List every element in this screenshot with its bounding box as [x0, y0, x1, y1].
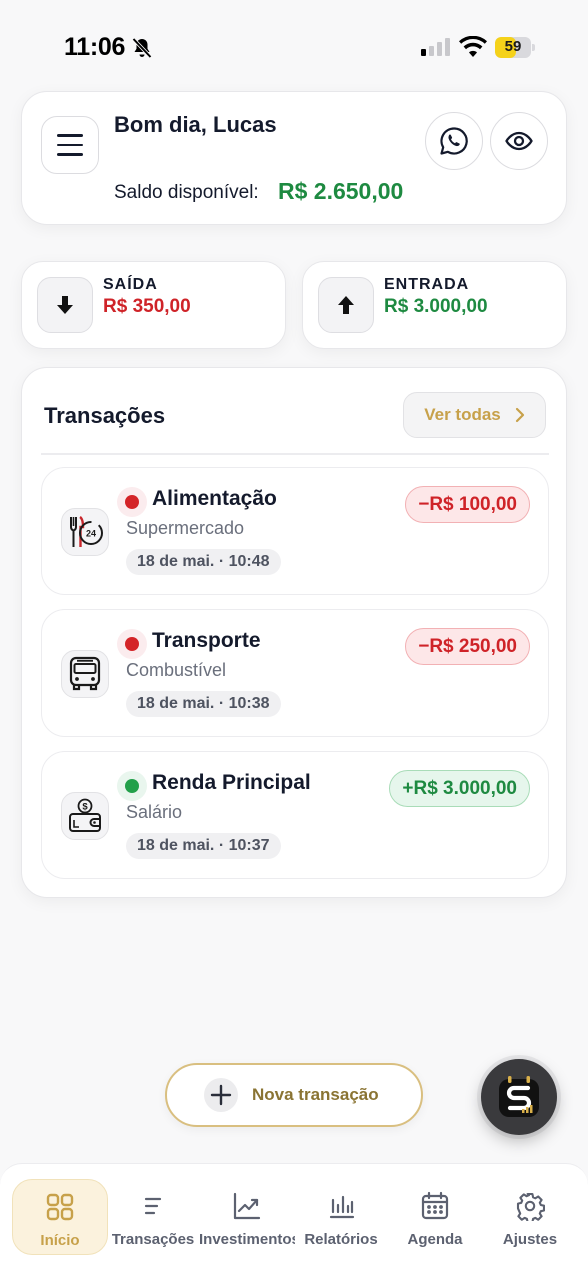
tab-label: Início [40, 1232, 80, 1249]
see-all-label: Ver todas [424, 405, 501, 424]
tab-label: Relatórios [304, 1231, 378, 1248]
new-transaction-button[interactable]: Nova transação [165, 1063, 423, 1127]
arrow-down-icon [37, 277, 93, 333]
signal-icon [421, 38, 450, 56]
plus-icon [204, 1078, 238, 1112]
tab-ajustes[interactable]: Ajustes [482, 1179, 578, 1255]
wallet-dollar-icon: $ [61, 792, 109, 840]
status-indicator [117, 487, 147, 517]
tab-transacoes[interactable]: Transações [105, 1179, 201, 1255]
svg-text:$: $ [82, 802, 88, 813]
transaction-row[interactable]: Transporte Combustível 18 de mai. · 10:3… [41, 609, 549, 737]
inflow-label: ENTRADA [384, 276, 470, 293]
transaction-row[interactable]: 24 Alimentação Supermercado 18 de mai. ·… [41, 467, 549, 595]
transaction-amount: +R$ 3.000,00 [389, 770, 530, 807]
grid-icon [45, 1188, 75, 1226]
tab-relatorios[interactable]: Relatórios [293, 1179, 389, 1255]
chart-up-icon [232, 1187, 262, 1225]
divider [41, 453, 549, 455]
transaction-date: 18 de mai. · 10:38 [126, 691, 281, 717]
calendar-icon [420, 1187, 450, 1225]
transaction-amount: −R$ 100,00 [405, 486, 530, 523]
battery-percent: 59 [504, 38, 522, 55]
greeting: Bom dia, Lucas [114, 112, 277, 137]
bus-icon [61, 650, 109, 698]
transactions-title: Transações [44, 403, 166, 428]
status-indicator [117, 771, 147, 801]
bell-off-icon [132, 37, 152, 59]
tab-agenda[interactable]: Agenda [387, 1179, 483, 1255]
outflow-value: R$ 350,00 [103, 296, 191, 317]
food-24h-icon: 24 [61, 508, 109, 556]
status-indicator [117, 629, 147, 659]
outflow-label: SAÍDA [103, 276, 158, 293]
balance-value: R$ 2.650,00 [278, 178, 404, 204]
tab-label: Investimentos [199, 1231, 295, 1248]
tab-label: Agenda [407, 1231, 463, 1248]
transaction-description: Combustível [126, 660, 227, 680]
transaction-category: Transporte [152, 629, 261, 652]
assistant-button[interactable] [481, 1059, 557, 1135]
balance-label: Saldo disponível: [114, 182, 259, 203]
chevron-right-icon [515, 407, 524, 423]
bars-icon [327, 1187, 355, 1225]
svg-text:24: 24 [86, 529, 96, 539]
transaction-date: 18 de mai. · 10:48 [126, 549, 281, 575]
whatsapp-icon [440, 127, 468, 155]
transaction-description: Supermercado [126, 518, 245, 538]
see-all-button[interactable]: Ver todas [403, 392, 546, 438]
app-logo-icon [499, 1076, 539, 1117]
transaction-row[interactable]: $ Renda Principal Salário 18 de mai. · 1… [41, 751, 549, 879]
tab-label: Ajustes [502, 1231, 558, 1248]
tab-inicio[interactable]: Início [12, 1179, 108, 1255]
menu-icon [57, 134, 83, 137]
inflow-card[interactable]: ENTRADA R$ 3.000,00 [302, 261, 567, 349]
header-card: Bom dia, Lucas Saldo disponível: R$ 2.65… [21, 91, 567, 225]
visibility-toggle-button[interactable] [490, 112, 548, 170]
arrow-up-icon [318, 277, 374, 333]
eye-icon [505, 131, 533, 151]
battery-icon: 59 [495, 37, 535, 58]
transaction-amount: −R$ 250,00 [405, 628, 530, 665]
outflow-card[interactable]: SAÍDA R$ 350,00 [21, 261, 286, 349]
wifi-icon [459, 36, 487, 57]
tab-investimentos[interactable]: Investimentos [199, 1179, 295, 1255]
tab-label: Transações [111, 1231, 195, 1248]
transaction-date: 18 de mai. · 10:37 [126, 833, 281, 859]
transaction-category: Alimentação [152, 487, 277, 510]
menu-button[interactable] [41, 116, 99, 174]
new-transaction-label: Nova transação [252, 1085, 379, 1104]
transactions-card: Transações Ver todas 24 Alimentação Supe… [21, 367, 567, 898]
gear-icon [515, 1187, 545, 1225]
inflow-value: R$ 3.000,00 [384, 296, 488, 317]
list-icon [140, 1187, 166, 1225]
transaction-category: Renda Principal [152, 771, 311, 794]
whatsapp-button[interactable] [425, 112, 483, 170]
transaction-description: Salário [126, 802, 183, 822]
status-bar: 11:06 59 [0, 0, 588, 90]
status-time: 11:06 [64, 33, 126, 61]
bottom-tab-bar: Início Transações Investimentos Relatóri… [0, 1163, 588, 1280]
